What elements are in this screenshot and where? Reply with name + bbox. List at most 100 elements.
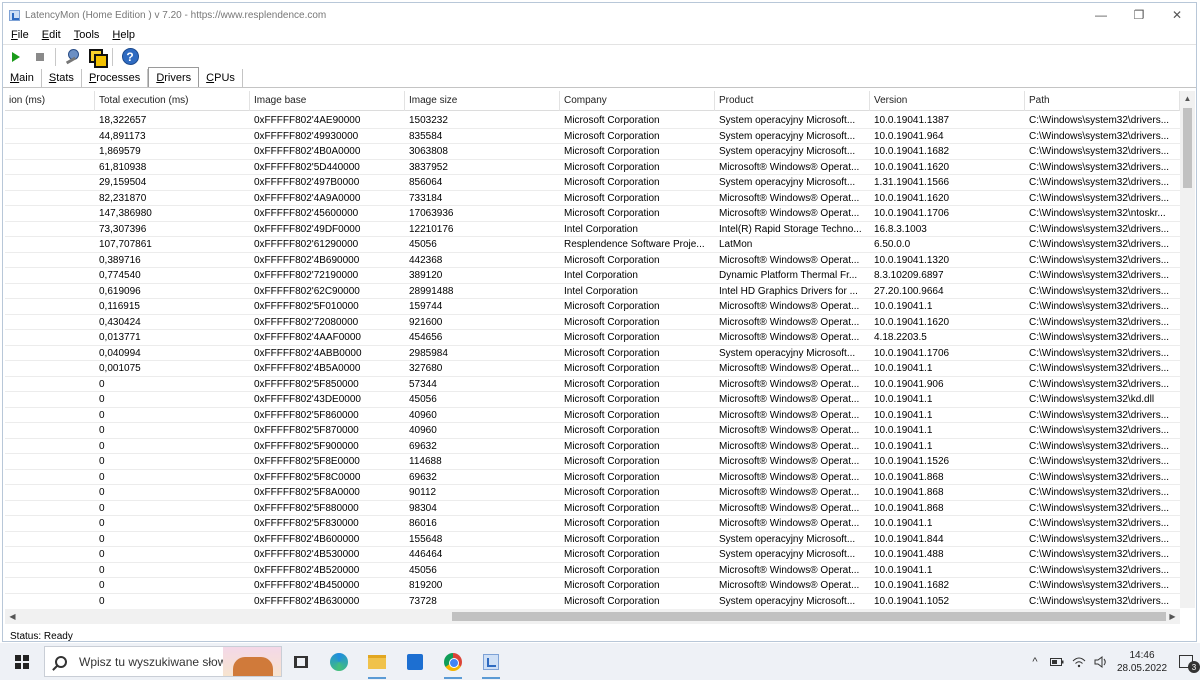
cell-product: System operacyjny Microsoft... bbox=[719, 549, 856, 560]
table-row[interactable]: 1,869579 0xFFFFF802'4B0A0000 3063808 Micros… bbox=[5, 144, 1180, 160]
table-row[interactable]: 0 0xFFFFF802'4B530000 446464 Microsoft Corp… bbox=[5, 547, 1180, 563]
header-col-product[interactable]: Product bbox=[715, 91, 870, 111]
scroll-right-arrow-icon[interactable]: ▶ bbox=[1165, 609, 1180, 624]
taskbar-search-box[interactable]: Wpisz tu wyszukiwane słowa bbox=[44, 646, 282, 677]
menu-tools[interactable]: Tools bbox=[69, 29, 105, 41]
cell-product: System operacyjny Microsoft... bbox=[719, 130, 856, 142]
latencymon-taskbar-button[interactable] bbox=[472, 643, 510, 680]
cell-total-execution: 1,869579 bbox=[99, 146, 141, 157]
table-row[interactable]: 107,707861 0xFFFFF802'61290000 45056 Resple… bbox=[5, 237, 1180, 253]
cell-interrupt-time bbox=[5, 361, 95, 376]
tab-processes[interactable]: Processes bbox=[82, 69, 149, 87]
menu-edit[interactable]: Edit bbox=[37, 29, 66, 41]
table-row[interactable]: 0,040994 0xFFFFF802'4ABB0000 2985984 Micros… bbox=[5, 346, 1180, 361]
header-col-image-base[interactable]: Image base bbox=[250, 91, 405, 111]
table-row[interactable]: 0,619096 0xFFFFF802'62C90000 28991488 Intel… bbox=[5, 284, 1180, 299]
maximize-button[interactable]: ❐ bbox=[1120, 3, 1158, 27]
analyze-button[interactable] bbox=[62, 46, 84, 68]
menu-help[interactable]: Help bbox=[107, 29, 140, 41]
cell-product: Microsoft® Windows® Operat... bbox=[719, 208, 860, 219]
cell-version: 10.0.19041.1 bbox=[874, 440, 933, 452]
cell-image-size: 90112 bbox=[409, 487, 437, 498]
chrome-taskbar-button[interactable] bbox=[434, 643, 472, 680]
start-button[interactable] bbox=[0, 643, 44, 680]
tab-stats[interactable]: Stats bbox=[42, 69, 82, 87]
cell-total-execution: 0 bbox=[99, 533, 105, 545]
table-row[interactable]: 0 0xFFFFF802'5F8C0000 69632 Microsoft Corpo… bbox=[5, 470, 1180, 485]
table-row[interactable]: 73,307396 0xFFFFF802'49DF0000 12210176 Inte… bbox=[5, 222, 1180, 237]
battery-icon[interactable] bbox=[1046, 643, 1068, 680]
header-col-company[interactable]: Company bbox=[560, 91, 715, 111]
table-row[interactable]: 44,891173 0xFFFFF802'49930000 835584 Micros… bbox=[5, 129, 1180, 144]
taskbar: Wpisz tu wyszukiwane słowa ^ 14:46 28.05… bbox=[0, 643, 1200, 680]
system-clock[interactable]: 14:46 28.05.2022 bbox=[1112, 649, 1172, 675]
start-monitor-button[interactable] bbox=[5, 46, 27, 68]
table-row[interactable]: 82,231870 0xFFFFF802'4A9A0000 733184 Micros… bbox=[5, 191, 1180, 206]
table-row[interactable]: 0 0xFFFFF802'5F870000 40960 Microsoft Corpo… bbox=[5, 423, 1180, 439]
header-col-path[interactable]: Path bbox=[1025, 91, 1180, 111]
table-row[interactable]: 0 0xFFFFF802'5F8E0000 114688 Microsoft Corp… bbox=[5, 454, 1180, 470]
header-col-interrupt-time[interactable]: ion (ms) bbox=[5, 91, 95, 111]
vertical-scroll-thumb[interactable] bbox=[1183, 108, 1192, 188]
cell-path: C:\Windows\system32\drivers... bbox=[1029, 502, 1170, 514]
table-row[interactable]: 0,013771 0xFFFFF802'4AAF0000 454656 Microso… bbox=[5, 330, 1180, 346]
table-row[interactable]: 0,774540 0xFFFFF802'72190000 389120 Intel C… bbox=[5, 268, 1180, 284]
store-taskbar-button[interactable] bbox=[396, 643, 434, 680]
help-button[interactable]: ? bbox=[119, 46, 141, 68]
table-row[interactable]: 0,001075 0xFFFFF802'4B5A0000 327680 Microso… bbox=[5, 361, 1180, 377]
cell-image-size: 57344 bbox=[409, 378, 437, 390]
table-row[interactable]: 147,386980 0xFFFFF802'45600000 17063936 Mic… bbox=[5, 206, 1180, 222]
table-row[interactable]: 0 0xFFFFF802'5F880000 98304 Microsoft Corpo… bbox=[5, 501, 1180, 516]
cell-total-execution: 107,707861 bbox=[99, 239, 152, 250]
cell-company: Intel Corporation bbox=[564, 223, 638, 235]
vertical-scrollbar[interactable]: ▲ bbox=[1180, 91, 1195, 608]
minimize-button[interactable]: — bbox=[1082, 3, 1120, 27]
notification-center-button[interactable]: 3 bbox=[1172, 643, 1200, 680]
stop-monitor-button[interactable] bbox=[29, 46, 51, 68]
cell-interrupt-time bbox=[5, 206, 95, 221]
tab-drivers[interactable]: Drivers bbox=[148, 67, 200, 87]
table-row[interactable]: 0 0xFFFFF802'5F900000 69632 Microsoft Corpo… bbox=[5, 439, 1180, 454]
volume-icon[interactable] bbox=[1090, 643, 1112, 680]
cell-image-base: 0xFFFFF802'4B0A0000 bbox=[254, 146, 361, 157]
table-row[interactable]: 0,430424 0xFFFFF802'72080000 921600 Microso… bbox=[5, 315, 1180, 330]
cell-interrupt-time bbox=[5, 222, 95, 237]
table-row[interactable]: 18,322657 0xFFFFF802'4AE90000 1503232 Micro… bbox=[5, 113, 1180, 129]
table-row[interactable]: 0 0xFFFFF802'5F8A0000 90112 Microsoft Corpo… bbox=[5, 485, 1180, 501]
cell-total-execution: 0 bbox=[99, 595, 105, 607]
tab-main[interactable]: Main bbox=[3, 69, 42, 87]
header-col-version[interactable]: Version bbox=[870, 91, 1025, 111]
tray-chevron-icon[interactable]: ^ bbox=[1024, 643, 1046, 680]
horizontal-scrollbar[interactable]: ◀ ▶ bbox=[5, 609, 1180, 624]
horizontal-scroll-thumb[interactable] bbox=[452, 612, 1166, 621]
cell-total-execution: 0 bbox=[99, 425, 105, 436]
table-row[interactable]: 0 0xFFFFF802'4B520000 45056 Microsoft Corpo… bbox=[5, 563, 1180, 578]
table-row[interactable]: 61,810938 0xFFFFF802'5D440000 3837952 Micro… bbox=[5, 160, 1180, 175]
cell-version: 10.0.19041.1320 bbox=[874, 254, 950, 266]
cell-total-execution: 61,810938 bbox=[99, 161, 147, 173]
table-row[interactable]: 0 0xFFFFF802'5F850000 57344 Microsoft Corpo… bbox=[5, 377, 1180, 392]
table-row[interactable]: 0,389716 0xFFFFF802'4B690000 442368 Microso… bbox=[5, 253, 1180, 268]
cell-image-size: 17063936 bbox=[409, 208, 454, 219]
copy-window-button[interactable] bbox=[86, 46, 108, 68]
header-col-total-execution[interactable]: Total execution (ms) bbox=[95, 91, 250, 111]
table-row[interactable]: 0,116915 0xFFFFF802'5F010000 159744 Microso… bbox=[5, 299, 1180, 315]
table-row[interactable]: 0 0xFFFFF802'5F860000 40960 Microsoft Corpo… bbox=[5, 408, 1180, 423]
table-row[interactable]: 29,159504 0xFFFFF802'497B0000 856064 Micros… bbox=[5, 175, 1180, 191]
table-row[interactable]: 0 0xFFFFF802'4B450000 819200 Microsoft Corp… bbox=[5, 578, 1180, 594]
scroll-up-arrow-icon[interactable]: ▲ bbox=[1180, 91, 1195, 106]
edge-taskbar-button[interactable] bbox=[320, 643, 358, 680]
task-view-button[interactable] bbox=[282, 643, 320, 680]
scroll-left-arrow-icon[interactable]: ◀ bbox=[5, 609, 20, 624]
table-row[interactable]: 0 0xFFFFF802'4B600000 155648 Microsoft Corp… bbox=[5, 532, 1180, 547]
tab-cpus[interactable]: C PUs bbox=[199, 69, 243, 87]
table-row[interactable]: 0 0xFFFFF802'43DE0000 45056 Microsoft Corpo… bbox=[5, 392, 1180, 408]
file-explorer-taskbar-button[interactable] bbox=[358, 643, 396, 680]
table-row[interactable]: 0 0xFFFFF802'4B630000 73728 Microsoft Corpo… bbox=[5, 594, 1180, 609]
wifi-icon[interactable] bbox=[1068, 643, 1090, 680]
header-col-image-size[interactable]: Image size bbox=[405, 91, 560, 111]
cell-image-base: 0xFFFFF802'497B0000 bbox=[254, 177, 360, 188]
close-button[interactable]: ✕ bbox=[1158, 3, 1196, 27]
menu-file[interactable]: File bbox=[6, 29, 34, 41]
table-row[interactable]: 0 0xFFFFF802'5F830000 86016 Microsoft Corpo… bbox=[5, 516, 1180, 532]
